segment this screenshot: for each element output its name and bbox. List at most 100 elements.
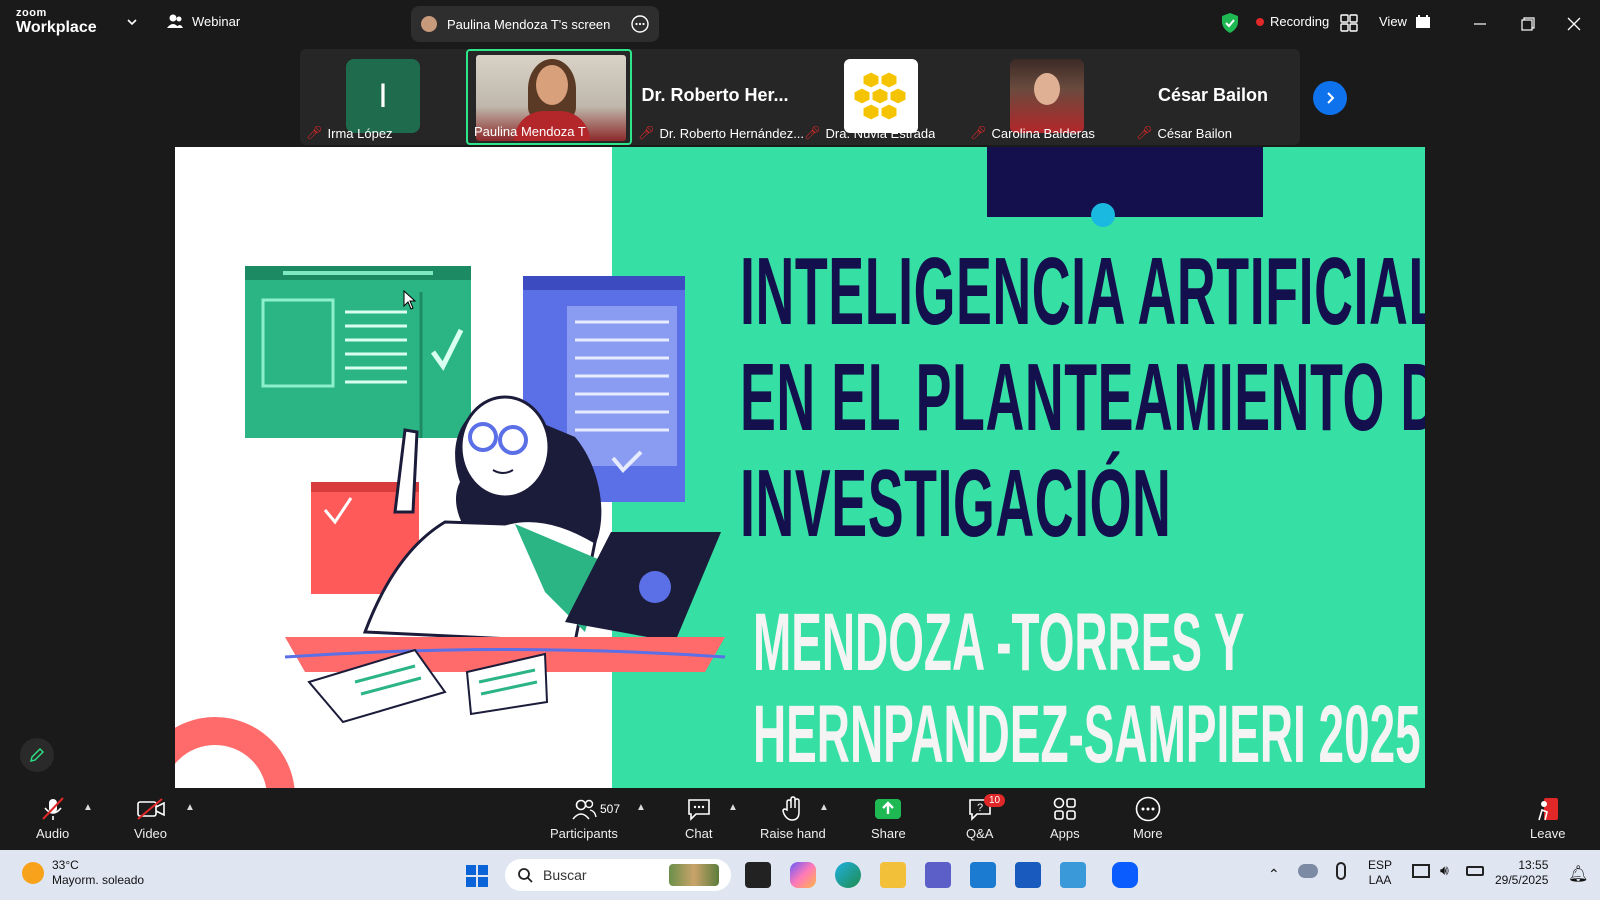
svg-text:?: ? <box>977 802 983 814</box>
participant-tile[interactable]: I 🎤︎ Irma López <box>300 49 466 145</box>
participant-big-name: Dr. Roberto Her... <box>641 85 789 105</box>
video-button[interactable]: Video <box>134 796 167 841</box>
brand-zoom: zoom <box>16 7 47 19</box>
audio-button[interactable]: Audio <box>36 796 69 841</box>
gallery-next-button[interactable] <box>1313 81 1347 115</box>
search-icon <box>518 868 533 883</box>
slide-authors: MENDOZA -TORRES Y HERNPANDEZ-SAMPIERI 20… <box>753 597 1421 781</box>
network-icon[interactable] <box>1412 864 1430 878</box>
clock-date: 29/5/2025 <box>1495 873 1549 887</box>
weather-temp: 33°C <box>52 858 79 872</box>
participant-tile[interactable]: César Bailon 🎤︎ César Bailon <box>1130 49 1296 145</box>
chat-options-caret[interactable]: ▲ <box>728 802 738 813</box>
raise-hand-button[interactable]: Raise hand <box>760 796 826 841</box>
language-indicator[interactable]: ESP LAA <box>1368 858 1392 888</box>
qa-label: Q&A <box>966 826 994 841</box>
minimize-icon <box>1474 23 1486 25</box>
participant-tile[interactable]: 🎤︎ Dra. Nuvia Estrada <box>798 49 964 145</box>
meeting-toolbar: Audio ▲ Video ▲ Participants 507 ▲ Chat … <box>0 790 1600 850</box>
chat-icon <box>687 799 710 821</box>
more-options-icon[interactable] <box>631 15 649 33</box>
battery-icon[interactable] <box>1466 866 1484 876</box>
shared-screen-indicator[interactable]: Paulina Mendoza T's screen <box>411 6 659 42</box>
video-off-icon <box>136 798 165 820</box>
raise-hand-icon <box>782 796 800 821</box>
chevron-down-icon[interactable] <box>126 16 138 28</box>
qa-badge: 10 <box>984 794 1006 807</box>
participant-tile[interactable]: Dr. Roberto Her... 🎤︎ Dr. Roberto Hernán… <box>632 49 804 145</box>
windows-start-icon[interactable] <box>465 864 489 888</box>
view-button[interactable]: View <box>1379 14 1431 29</box>
raise-hand-options-caret[interactable]: ▲ <box>819 802 829 813</box>
sun-cloud-icon <box>22 862 44 884</box>
slide-author-line-1: MENDOZA -TORRES Y <box>753 597 1245 688</box>
slide-title-line-2: EN EL PLANTEAMIENTO DE <box>740 344 1425 451</box>
mouse-cursor-icon <box>403 290 417 310</box>
teams-icon[interactable] <box>925 862 951 888</box>
word-icon[interactable] <box>1015 862 1041 888</box>
onedrive-icon[interactable] <box>1298 864 1318 878</box>
share-label: Share <box>871 826 906 841</box>
video-label: Video <box>134 826 168 841</box>
restore-button[interactable] <box>1516 12 1540 36</box>
audio-label: Audio <box>36 826 70 841</box>
apps-label: Apps <box>1050 826 1080 841</box>
taskview-icon[interactable] <box>745 862 771 888</box>
photos-icon[interactable] <box>1060 862 1086 888</box>
hexagon-logo-icon <box>853 71 907 121</box>
chat-button[interactable]: Chat <box>685 796 712 841</box>
volume-icon[interactable]: 🔊︎ <box>1440 862 1449 879</box>
recording-indicator[interactable]: Recording <box>1256 14 1329 29</box>
microphone-icon[interactable] <box>1336 862 1346 880</box>
participants-options-caret[interactable]: ▲ <box>636 802 646 813</box>
clock[interactable]: 13:55 29/5/2025 <box>1495 858 1548 888</box>
participant-logo <box>844 59 918 133</box>
weather-widget[interactable]: 33°C Mayorm. soleado <box>22 858 144 888</box>
mic-muted-icon: 🎤︎ <box>1136 125 1153 140</box>
annotate-button[interactable] <box>20 738 54 772</box>
file-explorer-icon[interactable] <box>880 862 906 888</box>
participant-label: 🎤︎ Carolina Balderas <box>970 125 1095 141</box>
chevron-up-icon[interactable]: ⌃ <box>1268 866 1280 883</box>
zoom-taskbar-icon[interactable] <box>1112 862 1138 888</box>
participant-tile-active[interactable]: Paulina Mendoza T <box>466 49 632 145</box>
clock-time: 13:55 <box>1518 858 1549 872</box>
apps-button[interactable]: Apps <box>1050 796 1080 841</box>
taskbar-search[interactable]: Buscar <box>505 859 731 891</box>
participants-label: Participants <box>550 826 618 841</box>
title-bar: zoom Workplace Webinar Paulina Mendoza T… <box>0 0 1600 48</box>
leave-button[interactable]: Leave <box>1530 796 1565 841</box>
notification-bell-icon[interactable]: 🔔︎ <box>1568 864 1588 884</box>
share-button[interactable]: Share <box>871 796 906 841</box>
mic-muted-icon: 🎤︎ <box>804 125 821 140</box>
lang-top: ESP <box>1368 858 1393 872</box>
more-label: More <box>1133 826 1163 841</box>
more-icon <box>1135 796 1161 822</box>
security-shield-icon[interactable] <box>1220 12 1240 34</box>
leave-icon <box>1537 798 1558 821</box>
gallery-grid-icon[interactable] <box>1340 14 1358 32</box>
video-options-caret[interactable]: ▲ <box>185 802 195 813</box>
audio-options-caret[interactable]: ▲ <box>83 802 93 813</box>
slide-navy-block <box>987 147 1263 217</box>
share-screen-icon <box>875 799 902 819</box>
participant-tile[interactable]: 🎤︎ Carolina Balderas <box>964 49 1130 145</box>
minimize-button[interactable] <box>1468 12 1492 36</box>
copilot-icon[interactable] <box>790 862 816 888</box>
slide-dot <box>1091 203 1115 227</box>
participant-gallery: I 🎤︎ Irma López Paulina Mendoza T Dr. Ro… <box>300 49 1300 145</box>
more-button[interactable]: More <box>1133 796 1163 841</box>
recording-label: Recording <box>1270 14 1330 29</box>
recording-dot-icon <box>1256 17 1264 26</box>
store-icon[interactable] <box>970 862 996 888</box>
edge-icon[interactable] <box>835 862 861 888</box>
participant-name: Dr. Roberto Hernández... <box>659 125 804 141</box>
close-button[interactable] <box>1562 12 1586 36</box>
participant-name: Carolina Balderas <box>991 125 1095 141</box>
webinar-button[interactable]: Webinar <box>166 13 240 29</box>
calendar-layout-icon <box>1415 14 1430 28</box>
search-placeholder: Buscar <box>543 867 587 883</box>
lang-bottom: LAA <box>1368 873 1392 887</box>
restore-icon <box>1521 17 1535 31</box>
zoom-logo: zoom Workplace <box>16 8 97 36</box>
